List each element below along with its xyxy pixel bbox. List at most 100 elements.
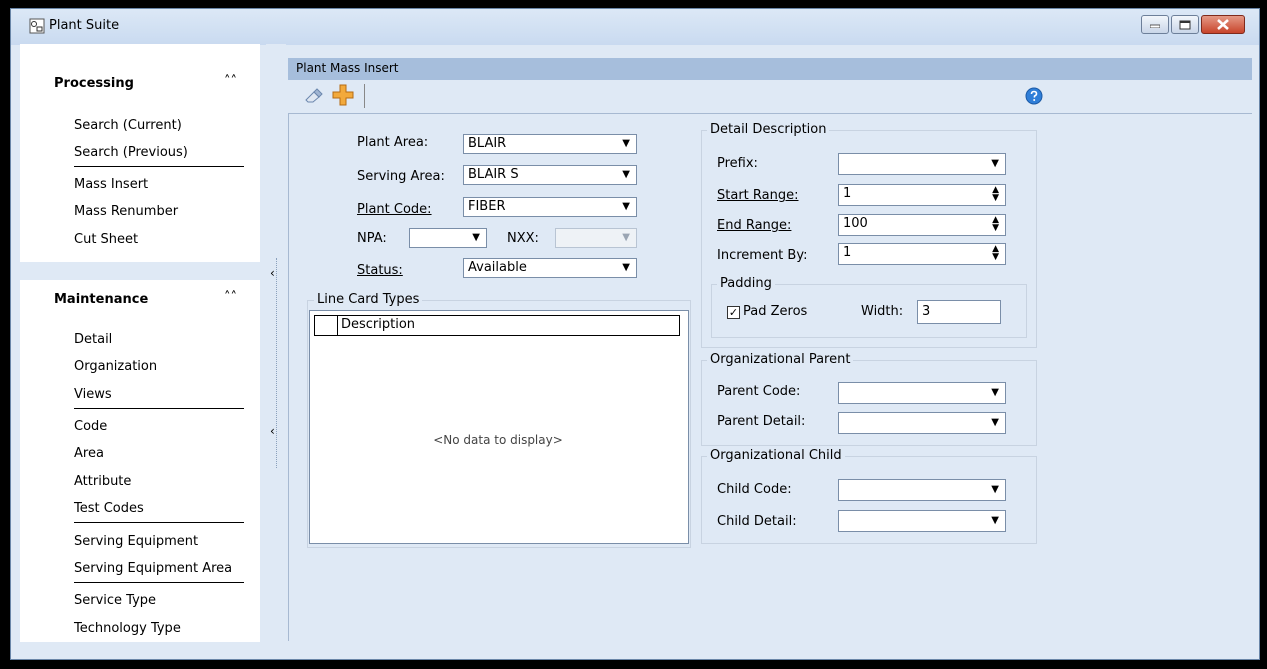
dropdown-arrow-icon[interactable]: ▼: [622, 229, 630, 247]
plant-suite-app-icon: [29, 18, 45, 34]
sidebar-item-serving-equipment-area[interactable]: Serving Equipment Area: [74, 559, 232, 579]
spinner-arrows-icon[interactable]: ▲ ▼: [992, 216, 999, 233]
status-label: Status:: [357, 263, 403, 278]
sidebar-item-cut-sheet[interactable]: Cut Sheet: [74, 230, 138, 250]
add-plus-icon[interactable]: [332, 84, 354, 106]
chevron-left-icon[interactable]: ‹: [270, 266, 275, 280]
sidebar-item-search-previous[interactable]: Search (Previous): [74, 143, 188, 163]
grid-empty-message: <No data to display>: [433, 433, 563, 447]
child-code-label: Child Code:: [717, 482, 792, 497]
sidebar-item-service-type[interactable]: Service Type: [74, 591, 156, 611]
sidebar-separator: [74, 408, 244, 409]
chevron-left-icon[interactable]: ‹: [270, 424, 275, 438]
dropdown-arrow-icon[interactable]: ▼: [991, 414, 999, 432]
dropdown-arrow-icon[interactable]: ▼: [991, 155, 999, 173]
close-icon: [1217, 19, 1229, 30]
splitter-grip[interactable]: [276, 258, 278, 468]
child-detail-select[interactable]: ▼: [838, 510, 1006, 532]
sidebar-item-code[interactable]: Code: [74, 417, 107, 437]
start-range-spinner[interactable]: 1 ▲ ▼: [838, 184, 1006, 206]
sidebar-item-attribute[interactable]: Attribute: [74, 472, 131, 492]
nxx-label: NXX:: [507, 231, 539, 246]
status-value: Available: [468, 260, 527, 275]
dropdown-arrow-icon[interactable]: ▼: [991, 512, 999, 530]
minimize-button[interactable]: [1141, 15, 1169, 34]
serving-area-value: BLAIR S: [468, 167, 519, 182]
sidebar-item-organization[interactable]: Organization: [74, 357, 157, 377]
increment-by-label: Increment By:: [717, 248, 808, 263]
panel-splitter[interactable]: ‹ ‹: [266, 44, 286, 642]
grid-column-description[interactable]: Description: [341, 317, 415, 332]
toolbar: [288, 82, 1252, 112]
organizational-child-title: Organizational Child: [707, 448, 845, 463]
dropdown-arrow-icon[interactable]: ▼: [622, 259, 630, 277]
plant-area-select[interactable]: BLAIR ▼: [463, 134, 637, 154]
sidebar-item-views[interactable]: Views: [74, 385, 112, 405]
serving-area-select[interactable]: BLAIR S ▼: [463, 165, 637, 185]
checkmark-icon: ✓: [728, 306, 739, 319]
sidebar-item-search-current[interactable]: Search (Current): [74, 116, 182, 136]
sidebar-item-technology-type[interactable]: Technology Type: [74, 619, 181, 639]
spinner-arrows-icon[interactable]: ▲ ▼: [992, 245, 999, 262]
nxx-select[interactable]: ▼: [555, 228, 637, 248]
parent-detail-select[interactable]: ▼: [838, 412, 1006, 434]
status-select[interactable]: Available ▼: [463, 258, 637, 278]
grid-header-row: Description: [314, 315, 680, 336]
width-input[interactable]: 3: [917, 300, 1001, 324]
dropdown-arrow-icon[interactable]: ▼: [622, 135, 630, 153]
parent-code-select[interactable]: ▼: [838, 382, 1006, 404]
help-icon[interactable]: [1025, 87, 1043, 105]
npa-select[interactable]: ▼: [409, 228, 487, 248]
dropdown-arrow-icon[interactable]: ▼: [622, 166, 630, 184]
page-title: Plant Mass Insert: [296, 61, 399, 75]
sidebar-separator: [74, 522, 244, 523]
sidebar-separator: [74, 582, 244, 583]
prefix-select[interactable]: ▼: [838, 153, 1006, 175]
increment-by-spinner[interactable]: 1 ▲ ▼: [838, 243, 1006, 265]
sidebar-item-area[interactable]: Area: [74, 444, 104, 464]
grid-row-selector[interactable]: [315, 316, 338, 335]
child-code-select[interactable]: ▼: [838, 479, 1006, 501]
parent-code-label: Parent Code:: [717, 384, 801, 399]
increment-by-value: 1: [843, 245, 852, 260]
toolbar-separator: [364, 84, 365, 108]
prefix-label: Prefix:: [717, 156, 758, 171]
dropdown-arrow-icon[interactable]: ▼: [472, 229, 480, 247]
sidebar-item-detail[interactable]: Detail: [74, 330, 112, 350]
window-title: Plant Suite: [49, 18, 120, 33]
maintenance-section-header[interactable]: Maintenance ˄˄: [20, 280, 260, 318]
title-bar[interactable]: Plant Suite: [11, 9, 1259, 45]
close-button[interactable]: [1201, 15, 1245, 34]
spinner-arrows-icon[interactable]: ▲ ▼: [992, 186, 999, 203]
sidebar-section-gap: [20, 262, 260, 282]
start-range-label: Start Range:: [717, 188, 799, 203]
line-card-types-title: Line Card Types: [314, 292, 423, 307]
restore-icon: [1179, 20, 1191, 29]
sidebar-item-test-codes[interactable]: Test Codes: [74, 499, 144, 519]
width-label: Width:: [861, 304, 904, 319]
line-card-types-grid[interactable]: Description <No data to display>: [309, 310, 689, 544]
dropdown-arrow-icon[interactable]: ▼: [622, 198, 630, 216]
end-range-spinner[interactable]: 100 ▲ ▼: [838, 214, 1006, 236]
maintenance-section-title: Maintenance: [54, 292, 149, 307]
sidebar-item-serving-equipment[interactable]: Serving Equipment: [74, 532, 198, 552]
sidebar: Processing ˄˄ Search (Current) Search (P…: [20, 44, 260, 642]
processing-section-title: Processing: [54, 76, 134, 91]
sidebar-item-mass-renumber[interactable]: Mass Renumber: [74, 202, 178, 222]
eraser-icon[interactable]: [304, 88, 324, 104]
double-chevron-up-icon[interactable]: ˄˄: [224, 74, 237, 89]
pad-zeros-checkbox[interactable]: ✓: [727, 306, 740, 319]
start-range-value: 1: [843, 186, 852, 201]
dropdown-arrow-icon[interactable]: ▼: [991, 481, 999, 499]
end-range-label: End Range:: [717, 218, 792, 233]
sidebar-item-mass-insert[interactable]: Mass Insert: [74, 175, 148, 195]
main-header-band: Plant Mass Insert: [288, 58, 1252, 80]
end-range-value: 100: [843, 216, 868, 231]
restore-button[interactable]: [1171, 15, 1199, 34]
plant-code-select[interactable]: FIBER ▼: [463, 197, 637, 217]
plant-code-value: FIBER: [468, 199, 506, 214]
dropdown-arrow-icon[interactable]: ▼: [991, 384, 999, 402]
processing-section-header[interactable]: Processing ˄˄: [20, 64, 260, 102]
plant-code-label: Plant Code:: [357, 202, 432, 217]
double-chevron-up-icon[interactable]: ˄˄: [224, 290, 237, 305]
